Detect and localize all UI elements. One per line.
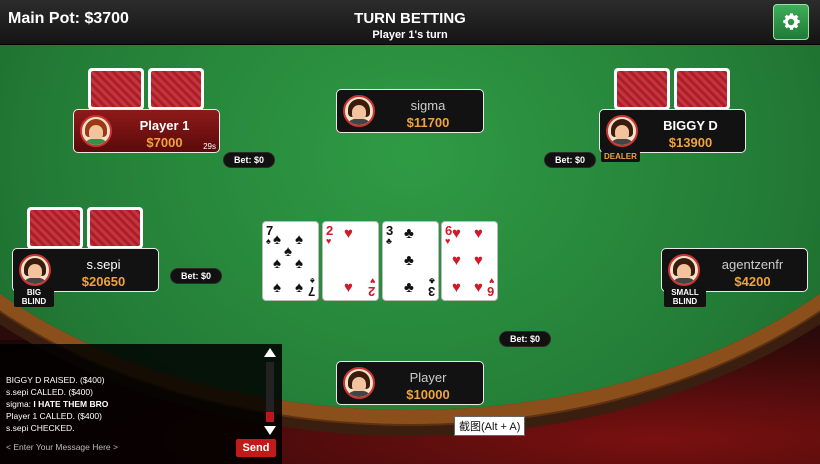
seat-sigma[interactable]: sigma $11700 (336, 89, 484, 133)
bet-indicator: Bet: $0 (224, 153, 275, 167)
player1-hole-card (148, 68, 204, 110)
community-card: 3 ♣ ♣ ♣ ♣ 3 ♣ (382, 221, 439, 301)
player-name: agentzenfr (721, 257, 784, 272)
player-chips: $7000 (146, 135, 183, 150)
community-card: 7 ♠ ♠ ♠ ♠ ♠ ♠ ♠ ♠ 7 ♠ (262, 221, 319, 301)
biggy-hole-card (674, 68, 730, 110)
player-name: s.sepi (86, 257, 121, 272)
chat-log: BIGGY D RAISED. ($400) s.sepi CALLED. ($… (6, 374, 258, 434)
player-name: Player (409, 370, 447, 385)
chat-line: BIGGY D RAISED. ($400) (6, 375, 105, 385)
seat-biggy-d[interactable]: BIGGY D $13900 (599, 109, 746, 153)
ssepi-hole-card (87, 207, 143, 249)
player-chips: $20650 (81, 274, 126, 289)
biggy-hole-card (614, 68, 670, 110)
turn-timer: 29s (203, 142, 216, 151)
scroll-down-icon[interactable] (264, 426, 276, 435)
player-chips: $11700 (406, 115, 450, 130)
bet-indicator: Bet: $0 (545, 153, 596, 167)
chat-scrollbar[interactable] (263, 348, 277, 438)
settings-button[interactable] (773, 4, 809, 40)
player-chips: $10000 (406, 387, 450, 402)
dealer-badge: DEALER (601, 151, 640, 162)
scroll-thumb[interactable] (266, 412, 274, 422)
player-chips: $13900 (668, 135, 713, 150)
player-name: Player 1 (139, 118, 190, 133)
seat-agentzenfr[interactable]: agentzenfr $4200 (661, 248, 808, 292)
community-card: 6 ♥ ♥ ♥ ♥ ♥ ♥ ♥ 6 ♥ (441, 221, 498, 301)
big-blind-badge: BIG BLIND (14, 287, 54, 307)
player-name: BIGGY D (663, 118, 718, 133)
community-card: 2 ♥ ♥ ♥ 2 ♥ (322, 221, 379, 301)
avatar (343, 367, 375, 399)
screenshot-tooltip: 截图(Alt + A) (454, 416, 526, 436)
chat-panel: BIGGY D RAISED. ($400) s.sepi CALLED. ($… (0, 344, 282, 464)
poker-table-view: Main Pot: $3700 TURN BETTING Player 1's … (0, 0, 820, 464)
gear-icon (783, 13, 800, 30)
scroll-up-icon[interactable] (264, 348, 276, 357)
avatar (606, 115, 638, 147)
chat-line: s.sepi CHECKED. (6, 423, 75, 433)
small-blind-badge: SMALL BLIND (664, 287, 706, 307)
avatar (19, 254, 51, 286)
chat-message-input[interactable]: < Enter Your Message Here > (6, 442, 118, 452)
ssepi-hole-card (27, 207, 83, 249)
player-chips: $4200 (734, 274, 771, 289)
avatar (80, 115, 112, 147)
seat-player[interactable]: Player $10000 (336, 361, 484, 405)
player-name: sigma (410, 98, 446, 113)
chat-line: sigma: I HATE THEM BRO (6, 399, 109, 409)
turn-indicator: Player 1's turn (372, 29, 448, 41)
top-bar: Main Pot: $3700 TURN BETTING Player 1's … (0, 0, 820, 45)
chat-line: s.sepi CALLED. ($400) (6, 387, 93, 397)
send-button[interactable]: Send (236, 439, 276, 457)
avatar (668, 254, 700, 286)
avatar (343, 95, 375, 127)
seat-player1[interactable]: Player 1 $7000 29s (73, 109, 220, 153)
bet-indicator: Bet: $0 (500, 332, 551, 346)
seat-ssepi[interactable]: s.sepi $20650 (12, 248, 159, 292)
chat-line: Player 1 CALLED. ($400) (6, 411, 102, 421)
betting-round-title: TURN BETTING (354, 10, 466, 27)
player1-hole-card (88, 68, 144, 110)
bet-indicator: Bet: $0 (171, 269, 222, 283)
